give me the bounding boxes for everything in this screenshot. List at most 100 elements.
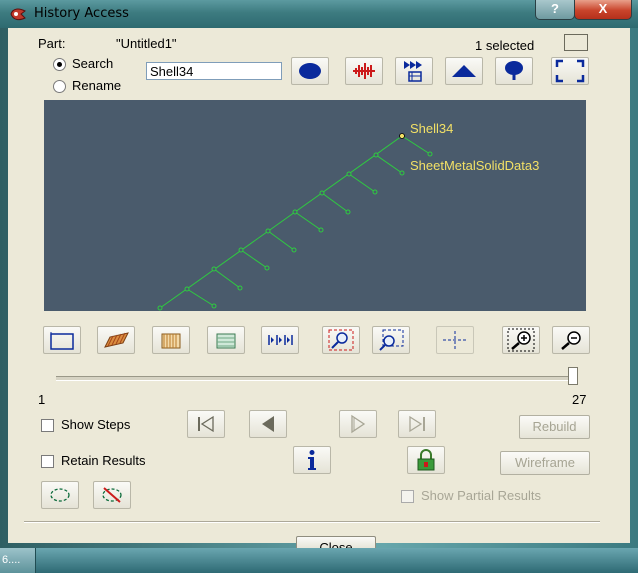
previous-step-button[interactable] bbox=[249, 410, 287, 438]
history-branch bbox=[186, 288, 215, 307]
pin-icon bbox=[505, 61, 523, 80]
show-partial-checkbox[interactable] bbox=[401, 490, 414, 503]
step-slider-thumb[interactable] bbox=[568, 367, 578, 385]
window-title: History Access bbox=[34, 6, 129, 21]
zoom-out-button[interactable] bbox=[552, 326, 590, 354]
history-branch bbox=[213, 268, 241, 289]
transparent-box-icon bbox=[216, 333, 236, 349]
part-label: Part: bbox=[38, 36, 66, 51]
center-view-button[interactable] bbox=[436, 326, 474, 354]
filter-pin-button[interactable] bbox=[495, 57, 533, 85]
zoom-region-button[interactable] bbox=[322, 326, 360, 354]
filter-triangle-button[interactable] bbox=[445, 57, 483, 85]
show-steps-checkbox[interactable] bbox=[41, 419, 54, 432]
filter-signal-button[interactable] bbox=[345, 57, 383, 85]
close-window-button[interactable]: X bbox=[574, 0, 632, 20]
slider-min-label: 1 bbox=[38, 392, 46, 407]
show-partial-label: Show Partial Results bbox=[421, 488, 541, 503]
filter-ellipse-button[interactable] bbox=[291, 57, 329, 85]
history-node bbox=[319, 190, 325, 196]
history-branch bbox=[401, 135, 431, 155]
help-button[interactable]: ? bbox=[535, 0, 575, 20]
zoom-region-icon bbox=[328, 329, 354, 351]
bottom-separator bbox=[24, 521, 600, 523]
step-forward-icon bbox=[351, 414, 366, 434]
history-node bbox=[346, 171, 352, 177]
slider-max-label: 27 bbox=[572, 392, 587, 407]
view-transparent-button[interactable] bbox=[207, 326, 245, 354]
selection-count: 1 selected bbox=[475, 38, 535, 53]
filter-forward-button[interactable] bbox=[395, 57, 433, 85]
search-radio[interactable] bbox=[53, 58, 66, 71]
taskbar bbox=[0, 548, 638, 573]
last-step-button[interactable] bbox=[398, 410, 436, 438]
history-branch bbox=[375, 154, 403, 174]
info-button[interactable] bbox=[293, 446, 331, 474]
history-node bbox=[373, 152, 379, 158]
node-label-shell34: Shell34 bbox=[410, 121, 453, 136]
zoom-window-icon bbox=[379, 329, 404, 351]
history-tree-viewport[interactable]: Shell34 SheetMetalSolidData3 bbox=[44, 100, 586, 311]
retain-results-checkbox[interactable] bbox=[41, 455, 54, 468]
info-icon bbox=[308, 450, 316, 470]
hatched-box-icon bbox=[161, 333, 181, 349]
skip-first-icon bbox=[198, 415, 214, 433]
history-node bbox=[372, 189, 378, 195]
clear-selection-icon bbox=[102, 487, 122, 503]
skip-last-icon bbox=[409, 415, 425, 433]
history-branch bbox=[240, 249, 268, 269]
dialog-body: Part: "Untitled1" 1 selected Search Rena… bbox=[8, 28, 630, 543]
selection-swatch[interactable] bbox=[564, 34, 588, 51]
frame-corners-icon bbox=[555, 59, 585, 83]
shaded-box-icon bbox=[104, 332, 129, 348]
deselect-all-button[interactable] bbox=[93, 481, 131, 509]
ellipse-icon bbox=[299, 63, 321, 79]
history-node bbox=[237, 285, 243, 291]
red-signal-icon bbox=[353, 63, 375, 79]
history-node bbox=[264, 265, 270, 271]
view-outline-button[interactable] bbox=[43, 326, 81, 354]
history-branch bbox=[294, 211, 322, 231]
zoom-window-button[interactable] bbox=[372, 326, 410, 354]
crosshair-icon bbox=[443, 331, 467, 349]
history-node bbox=[291, 247, 297, 253]
wireframe-button[interactable]: Wireframe bbox=[500, 451, 590, 475]
view-hatch-button[interactable] bbox=[152, 326, 190, 354]
history-node bbox=[157, 305, 163, 311]
dashed-ellipse-icon bbox=[50, 488, 70, 502]
history-branch bbox=[348, 173, 376, 193]
history-tree-graph: Shell34 SheetMetalSolidData3 bbox=[157, 121, 539, 311]
first-step-button[interactable] bbox=[187, 410, 225, 438]
show-steps-label: Show Steps bbox=[61, 417, 131, 432]
history-node bbox=[184, 286, 190, 292]
taskbar-item[interactable]: 6.... bbox=[0, 548, 36, 573]
history-selected-node bbox=[399, 133, 405, 139]
fit-view-button[interactable] bbox=[551, 57, 589, 85]
history-node bbox=[211, 303, 217, 309]
zoom-in-button[interactable] bbox=[502, 326, 540, 354]
rebuild-button[interactable]: Rebuild bbox=[519, 415, 590, 439]
title-bar[interactable]: History Access ? X bbox=[0, 0, 638, 28]
search-input[interactable]: Shell34 bbox=[146, 62, 282, 80]
zoom-in-icon bbox=[507, 328, 535, 352]
history-node bbox=[318, 227, 324, 233]
step-slider-track[interactable] bbox=[56, 376, 574, 381]
select-all-button[interactable] bbox=[41, 481, 79, 509]
history-branch bbox=[267, 230, 295, 251]
part-name: "Untitled1" bbox=[116, 36, 177, 51]
outline-box-icon bbox=[50, 332, 74, 350]
lock-button[interactable] bbox=[407, 446, 445, 474]
rename-radio-label: Rename bbox=[72, 78, 122, 93]
fast-forward-icon bbox=[404, 61, 422, 82]
rename-radio[interactable] bbox=[53, 80, 66, 93]
history-node bbox=[211, 266, 217, 272]
view-steps-button[interactable] bbox=[261, 326, 299, 354]
history-main-branch bbox=[159, 135, 403, 309]
app-icon bbox=[10, 8, 26, 21]
step-bars-icon bbox=[268, 335, 293, 345]
view-solid-button[interactable] bbox=[97, 326, 135, 354]
next-step-button[interactable] bbox=[339, 410, 377, 438]
lock-icon bbox=[417, 449, 435, 471]
step-back-icon bbox=[262, 416, 274, 432]
zoom-out-icon bbox=[561, 331, 581, 350]
